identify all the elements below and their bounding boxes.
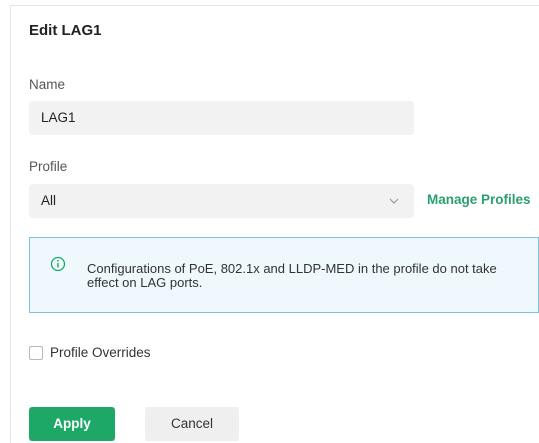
name-label: Name [29,77,66,92]
info-notice: Configurations of PoE, 802.1x and LLDP-M… [29,237,539,313]
dialog-top-border [10,5,539,6]
profile-select-value: All [41,193,57,208]
edit-lag-dialog: Edit LAG1 Name LAG1 Profile All Manage P… [0,0,539,443]
info-circle-icon [50,256,66,272]
dialog-title: Edit LAG1 [29,22,102,39]
profile-overrides-option[interactable]: Profile Overrides [29,345,151,360]
profile-overrides-label: Profile Overrides [50,345,151,360]
apply-button[interactable]: Apply [29,407,115,441]
chevron-down-icon[interactable] [388,184,400,218]
profile-overrides-checkbox[interactable] [29,345,43,360]
name-input[interactable]: LAG1 [29,101,414,135]
dialog-left-border [10,5,11,443]
profile-label: Profile [29,159,68,174]
profile-select[interactable]: All [29,184,414,218]
cancel-button[interactable]: Cancel [145,407,239,441]
notice-text: Configurations of PoE, 802.1x and LLDP-M… [87,261,497,290]
manage-profiles-link[interactable]: Manage Profiles [427,192,531,207]
